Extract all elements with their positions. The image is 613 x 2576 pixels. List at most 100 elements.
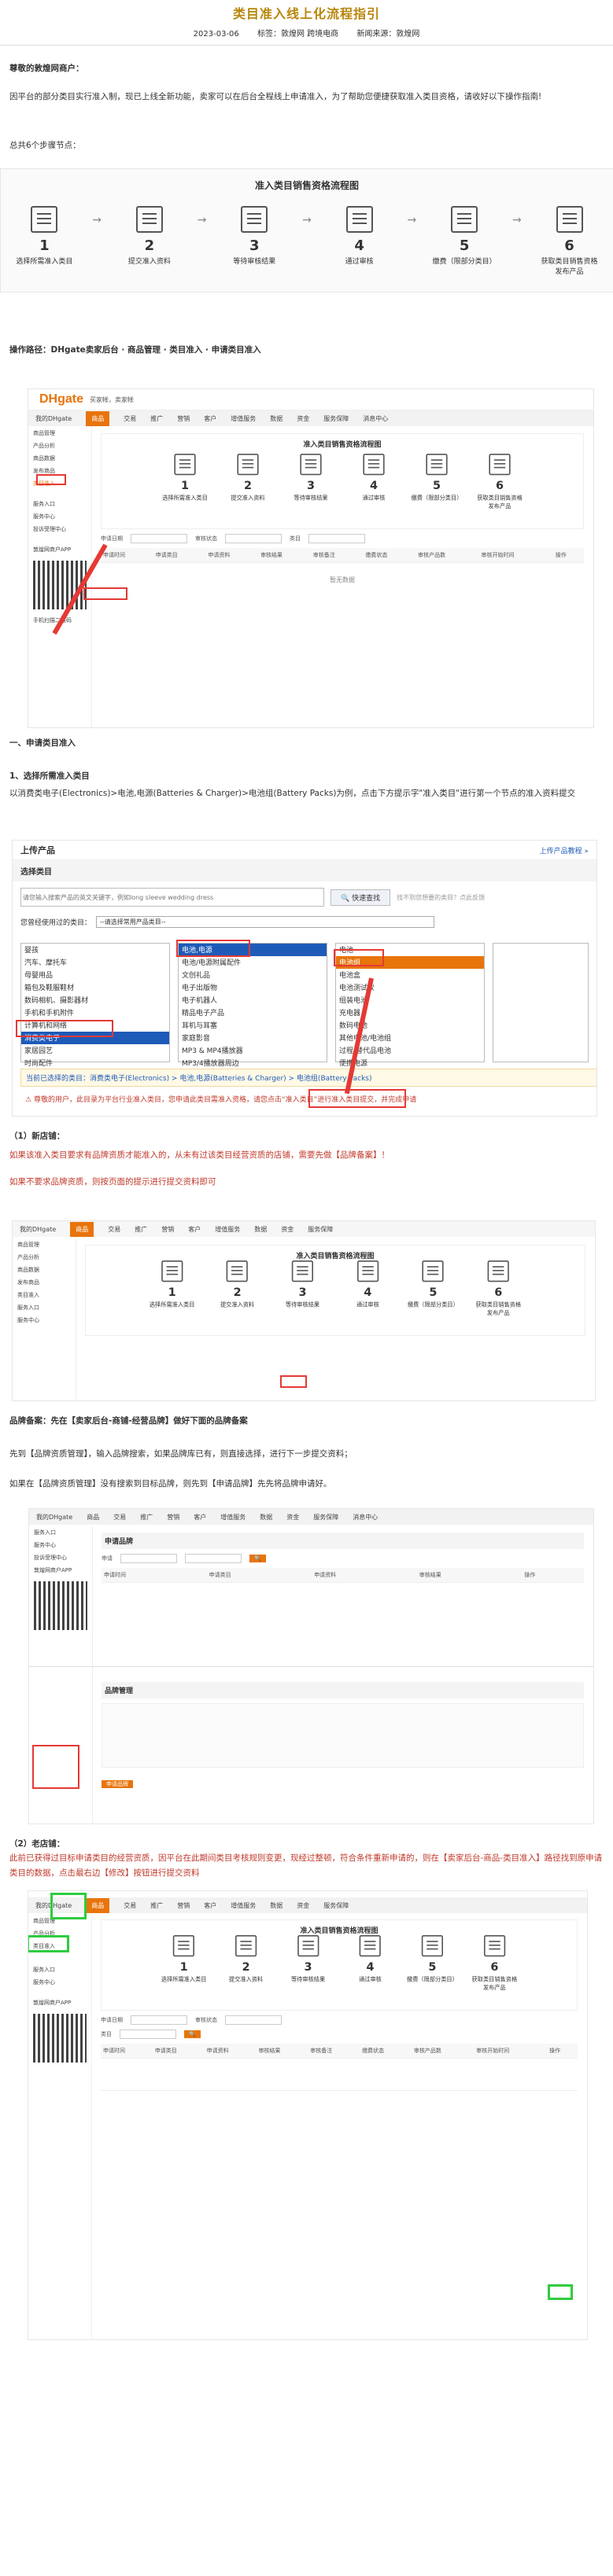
dhgate-logo: DHgate <box>39 392 84 406</box>
sidebar-item[interactable]: 发布商品 <box>13 1276 76 1289</box>
search-button[interactable]: 🔍 <box>249 1555 266 1562</box>
nav-item[interactable]: 交易 <box>124 1901 136 1910</box>
nav-item[interactable]: 数据 <box>254 1225 267 1234</box>
sidebar-item[interactable]: 类目准入 <box>13 1289 76 1301</box>
qr-code <box>34 1581 87 1630</box>
sidebar-item[interactable]: 服务中心 <box>29 1539 92 1551</box>
category-select[interactable] <box>120 2030 176 2039</box>
new-store-line1: 如果该准入类目要求有品牌资质才能准入的，从未有过该类目经营资质的店铺，需要先做【… <box>9 1150 390 1160</box>
category-item[interactable]: 便携电源 <box>336 1057 484 1069</box>
nav-item[interactable]: 我的DHgate <box>20 1225 56 1234</box>
category-item[interactable]: 汽车、摩托车 <box>21 956 169 969</box>
search-button[interactable]: 🔍 <box>184 2030 201 2038</box>
sidebar-item[interactable]: 商品数据 <box>28 452 91 465</box>
nav-item[interactable]: 营销 <box>177 1901 190 1910</box>
nav-item[interactable]: 增值服务 <box>231 414 256 423</box>
category-item[interactable]: 电池测试仪 <box>336 981 484 994</box>
category-item[interactable]: 母婴用品 <box>21 969 169 981</box>
apply-brand-button[interactable]: 申请品牌 <box>102 1780 133 1788</box>
article-tags[interactable]: 标签：敦煌网 跨境电商 <box>257 30 338 39</box>
flow-step: 6 获取类目销售资格 发布产品 <box>530 206 609 276</box>
category-item[interactable]: 电池/电源附属配件 <box>179 956 327 969</box>
nav-item[interactable]: 客户 <box>204 1901 216 1910</box>
sidebar-item[interactable]: 服务入口 <box>28 498 91 510</box>
nav-item[interactable]: 营销 <box>161 1225 174 1234</box>
entry-path: 操作路径：DHgate卖家后台 · 商品管理 · 类目准入 · 申请类目准入 <box>9 345 261 355</box>
nav-item[interactable]: 资金 <box>297 1901 309 1910</box>
category-item[interactable]: 箱包及鞋服鞋材 <box>21 981 169 994</box>
sidebar-item[interactable]: 商品数据 <box>13 1264 76 1276</box>
nav-item[interactable]: 交易 <box>124 414 136 423</box>
category-item[interactable]: 数码相机、摄影器材 <box>21 994 169 1006</box>
approve-icon <box>345 206 373 233</box>
sidebar-item[interactable]: 服务中心 <box>28 1976 91 1989</box>
category-select[interactable] <box>308 534 365 543</box>
category-item[interactable]: 时尚配件 <box>21 1057 169 1069</box>
date-input[interactable] <box>131 2015 187 2025</box>
category-item[interactable]: MP3 & MP4播放器 <box>179 1044 327 1057</box>
category-item[interactable]: 电子机器人 <box>179 994 327 1006</box>
nav-item[interactable]: 推广 <box>150 414 163 423</box>
category-item[interactable]: 电子出版物 <box>179 981 327 994</box>
category-item[interactable]: 家居园艺 <box>21 1044 169 1057</box>
status-select[interactable] <box>225 534 282 543</box>
nav-item[interactable]: 数据 <box>270 1901 282 1910</box>
sidebar-item[interactable]: 投诉受理中心 <box>28 523 91 535</box>
old-store-text: 此前已获得过目标申请类目的经营资质，因平台在此期间类目考核规则变更，现经过整顿，… <box>9 1853 603 1878</box>
nav-item[interactable]: 交易 <box>108 1225 120 1234</box>
upload-tutorial-link[interactable]: 上传产品教程 » <box>540 845 589 856</box>
nav-item[interactable]: 我的DHgate <box>35 414 72 423</box>
sidebar-item[interactable]: 服务入口 <box>28 1963 91 1976</box>
category-item[interactable]: 精品电子产品 <box>179 1006 327 1019</box>
sidebar-item[interactable]: 服务入口 <box>29 1526 92 1539</box>
nav-item[interactable]: 推广 <box>135 1225 147 1234</box>
sidebar-item[interactable]: 服务中心 <box>28 510 91 523</box>
brand-select[interactable] <box>185 1554 242 1563</box>
nav-item[interactable]: 数据 <box>270 414 282 423</box>
nav-item[interactable]: 服务保障 <box>323 1901 349 1910</box>
status-select[interactable] <box>225 2015 282 2025</box>
admin-topbar: DHgate 买家帐，卖家帐 <box>28 389 593 410</box>
nav-item[interactable]: 增值服务 <box>215 1225 240 1234</box>
category-item[interactable]: 手机和手机附件 <box>21 1006 169 1019</box>
category-item[interactable]: 充电器 <box>336 1006 484 1019</box>
category-item[interactable]: 电池盒 <box>336 969 484 981</box>
nav-item[interactable]: 服务保障 <box>308 1225 333 1234</box>
admin-screenshot-1: DHgate 买家帐，卖家帐 我的DHgate 商品 交易 推广 营销 客户 增值… <box>28 388 594 728</box>
brand-name-input[interactable] <box>120 1554 177 1563</box>
category-item[interactable]: 耳机与耳塞 <box>179 1019 327 1032</box>
sidebar-item[interactable]: 产品分析 <box>13 1251 76 1264</box>
category-item[interactable]: 婴孩 <box>21 944 169 956</box>
date-input[interactable] <box>131 534 187 543</box>
greeting: 尊敬的敦煌网商户： <box>9 64 84 73</box>
used-category-select[interactable]: --请选择常用产品类目-- <box>96 916 435 928</box>
sidebar-item[interactable]: 服务中心 <box>13 1314 76 1327</box>
sidebar-item[interactable]: 产品分析 <box>28 440 91 452</box>
category-item[interactable]: MP3/4播放器周边 <box>179 1057 327 1069</box>
select-category-label: 选择类目 <box>13 860 596 881</box>
nav-item[interactable]: 营销 <box>177 414 190 423</box>
upload-title: 上传产品 <box>20 845 55 856</box>
nav-item[interactable]: 客户 <box>188 1225 201 1234</box>
category-item[interactable]: 文创礼品 <box>179 969 327 981</box>
category-item[interactable]: 家庭影音 <box>179 1032 327 1044</box>
article-title: 类目准入线上化流程指引 <box>232 6 380 21</box>
nav-item-goods[interactable]: 商品 <box>70 1221 94 1237</box>
nav-item[interactable]: 推广 <box>150 1901 163 1910</box>
nav-item[interactable]: 消息中心 <box>363 414 388 423</box>
category-item[interactable]: 组装电池 <box>336 994 484 1006</box>
search-hint[interactable]: 找不到您想要的类目？点此反馈 <box>397 893 485 902</box>
sidebar-item[interactable]: 服务入口 <box>13 1301 76 1314</box>
sidebar-item[interactable]: 商品管理 <box>28 427 91 440</box>
nav-item[interactable]: 资金 <box>297 414 309 423</box>
nav-item-goods[interactable]: 商品 <box>86 1897 110 1913</box>
sidebar-item[interactable]: 商品管理 <box>13 1238 76 1251</box>
nav-item[interactable]: 增值服务 <box>231 1901 256 1910</box>
nav-item[interactable]: 客户 <box>204 414 216 423</box>
nav-item-goods[interactable]: 商品 <box>86 410 110 426</box>
sidebar-item[interactable]: 投诉受理中心 <box>29 1551 92 1564</box>
nav-item[interactable]: 服务保障 <box>323 414 349 423</box>
category-search-input[interactable] <box>20 888 324 907</box>
quick-search-button[interactable]: 🔍 快速查找 <box>331 889 391 906</box>
nav-item[interactable]: 资金 <box>281 1225 294 1234</box>
